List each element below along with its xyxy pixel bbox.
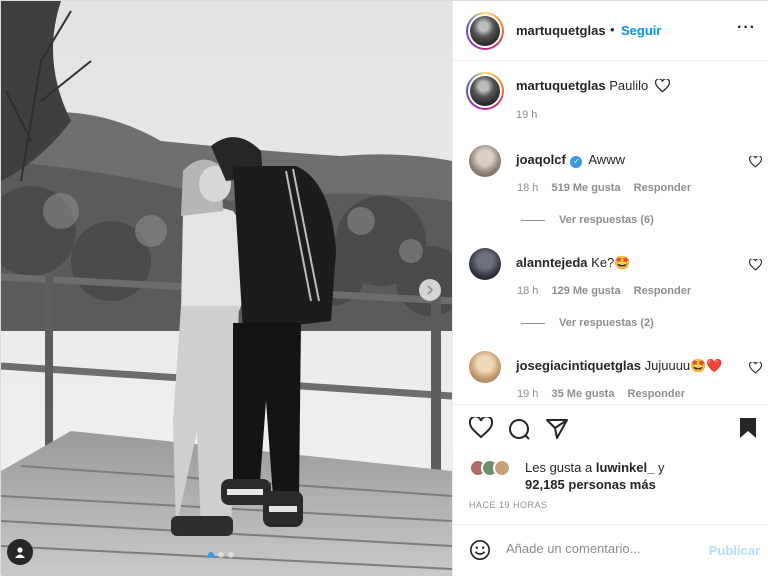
comment-text: Jujuuuu🤩❤️ (644, 358, 723, 373)
caption-text: Paulilo (609, 78, 649, 93)
comment-time: 18 h (517, 182, 539, 194)
comment-text: Awww (588, 152, 625, 167)
likes-connector: y (658, 460, 665, 475)
more-horizontal-icon[interactable]: ··· (737, 19, 756, 37)
reply-button[interactable]: Responder (634, 285, 691, 297)
verified-badge-icon: ✓ (570, 156, 583, 168)
likes-user[interactable]: luwinkel_ (596, 460, 655, 475)
view-replies-button[interactable]: Ver respuestas (6) (521, 214, 654, 226)
header-separator: • (610, 22, 615, 37)
heart-outline-icon[interactable] (749, 156, 762, 168)
user-icon (15, 547, 25, 558)
comment-likes[interactable]: 129 Me gusta (551, 285, 620, 297)
share-direct-icon[interactable] (545, 417, 569, 441)
tagged-users-button[interactable] (7, 539, 33, 565)
follow-button[interactable]: Seguir (621, 23, 661, 38)
view-replies-label: Ver respuestas (2) (559, 317, 654, 329)
carousel-next-button[interactable] (419, 279, 441, 301)
heart-outline-icon[interactable] (749, 362, 762, 374)
comment-time: 18 h (517, 285, 539, 297)
view-replies-button[interactable]: Ver respuestas (2) (521, 317, 654, 329)
reply-button[interactable]: Responder (634, 182, 691, 194)
photo-couple-on-deck (1, 1, 452, 576)
author-avatar[interactable] (466, 12, 504, 50)
like-heart-icon[interactable] (469, 417, 493, 439)
carousel-dot (228, 552, 234, 558)
view-replies-label: Ver respuestas (6) (559, 214, 654, 226)
carousel-indicator (208, 552, 234, 558)
carousel-dot (208, 552, 214, 558)
carousel-dot (218, 552, 224, 558)
post-header: martuquetglas • Seguir ··· (453, 1, 768, 61)
post-actions: Les gusta a luwinkel_ y 92,185 personas … (453, 404, 768, 524)
comments-list[interactable]: martuquetglas Paulilo 19 h joaqolcf ✓ Aw… (453, 61, 768, 404)
caption-username[interactable]: martuquetglas (516, 78, 606, 93)
comment-text: Ke?🤩 (591, 255, 631, 270)
emoji-icon[interactable] (469, 539, 491, 561)
comment-time: 19 h (517, 388, 539, 400)
comment-avatar[interactable] (469, 248, 501, 280)
likes-summary: Les gusta a luwinkel_ y 92,185 personas … (525, 459, 665, 493)
post-dialog: martuquetglas • Seguir ··· martuquetglas… (0, 0, 768, 576)
comment-bubble-icon[interactable] (507, 417, 531, 441)
post-side-panel: martuquetglas • Seguir ··· martuquetglas… (452, 1, 768, 576)
comment-username[interactable]: josegiacintiquetglas (516, 358, 641, 373)
publish-button[interactable]: Publicar (709, 543, 760, 558)
comment-likes[interactable]: 519 Me gusta (551, 182, 620, 194)
comment-input[interactable] (506, 541, 696, 556)
bookmark-saved-icon[interactable] (739, 417, 757, 439)
caption-avatar[interactable] (466, 72, 504, 110)
liker-avatar (493, 459, 511, 477)
heart-outline-icon (654, 79, 670, 93)
comment-username[interactable]: alanntejeda (516, 255, 588, 270)
post-timestamp[interactable]: HACE 19 HORAS (469, 500, 548, 510)
reply-button[interactable]: Responder (628, 388, 685, 400)
comment-username[interactable]: joaqolcf (516, 152, 566, 167)
comment-avatar[interactable] (469, 145, 501, 177)
add-comment-bar: Publicar (453, 524, 768, 576)
caption-time: 19 h (516, 109, 538, 121)
comment-avatar[interactable] (469, 351, 501, 383)
chevron-right-icon (427, 285, 434, 295)
author-username[interactable]: martuquetglas (516, 23, 606, 38)
comment-likes[interactable]: 35 Me gusta (551, 388, 614, 400)
likes-others[interactable]: 92,185 personas más (525, 477, 656, 492)
heart-outline-icon[interactable] (749, 259, 762, 271)
post-photo[interactable] (1, 1, 452, 576)
likes-prefix: Les gusta a (525, 460, 593, 475)
